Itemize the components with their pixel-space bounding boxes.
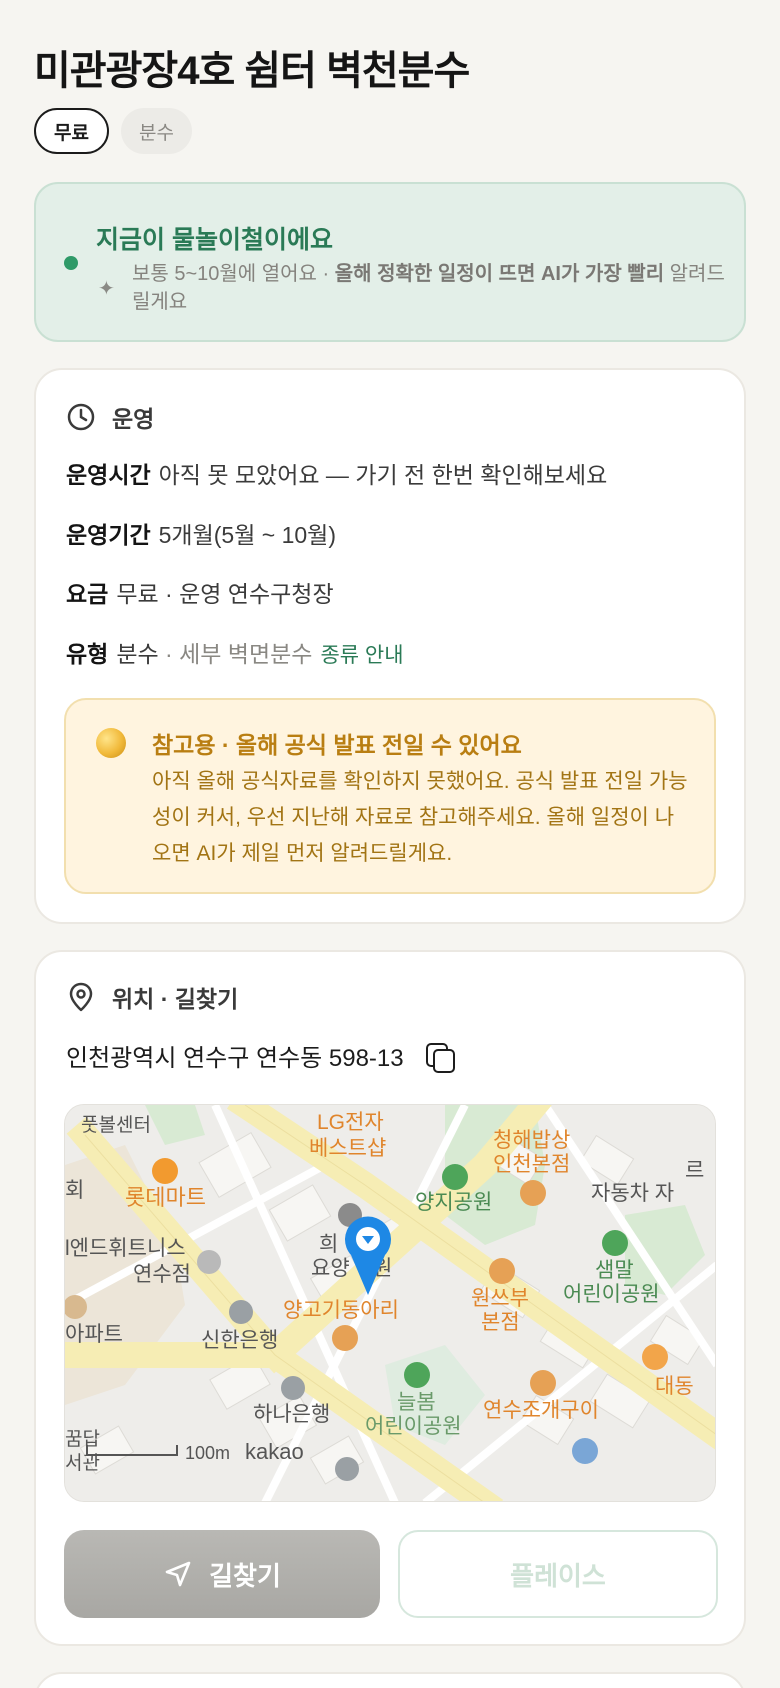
season-headline: 지금이 물놀이철이에요 [96,226,333,254]
map-label-car-1: 르 [685,1159,704,1182]
clock-icon [67,403,95,431]
map-brand: kakao [245,1439,304,1464]
notice-body: 아직 올해 공식자료를 확인하지 못했어요. 공식 발표 전일 가능성이 커서,… [152,770,688,865]
status-dot [64,256,78,270]
map-label-nursing: 요양 [311,1257,350,1280]
map-label-hope: 희 [319,1233,338,1256]
fee-key: 요금 [66,581,109,607]
type-guide-link[interactable]: 종류 안내 [320,644,403,667]
map-label-wonsbu: 원쓰부 [471,1287,529,1310]
fee-value: 무료 · 운영 연수구청장 [116,581,334,607]
map-label-hwe: 회 [65,1179,84,1202]
map-label-clam: 연수조개구이 [483,1399,599,1422]
map-label-park1: 양지공원 [415,1191,492,1214]
place-label: 플레이스 [510,1560,606,1591]
chip-free[interactable]: 무료 [34,108,109,154]
location-header: 위치 · 길찾기 [66,980,238,1014]
map-label-ent: l엔드휘트니스 [65,1237,186,1260]
sparkle-icon: ✦ [98,278,115,300]
location-label: 위치 · 길찾기 [112,986,239,1012]
chip-fountain[interactable]: 분수 [120,108,192,154]
map-label-wonsbu2: 본점 [481,1311,520,1334]
type-row: 유형 분수 · 세부 벽면분수 종류 안내 [66,635,404,669]
map-label-restaurant1b: 인천본점 [493,1153,570,1176]
type-detail: · 세부 벽면분수 [158,641,313,667]
map-label-neulbom: 늘봄 [397,1391,436,1414]
location-card: 위치 · 길찾기 인천광역시 연수구 연수동 598-13 풋볼센터 LG전자 … [34,950,746,1646]
map-label-lg2: 베스트샵 [309,1137,386,1160]
period-key: 운영기간 [66,522,151,548]
fee-row: 요금 무료 · 운영 연수구청장 [66,575,334,609]
copy-icon[interactable] [424,1041,455,1073]
map-label-saemal2: 어린이공원 [563,1283,660,1306]
operation-card: 운영 운영시간 아직 못 모았어요 — 가기 전 한번 확인해보세요 운영기간 5개… [34,368,746,924]
reference-notice: 참고용 · 올해 공식 발표 전일 수 있어요 아직 올해 공식자료를 확인하지… [64,698,716,894]
type-key: 유형 [66,641,109,667]
location-pin-icon [69,982,93,1012]
map-label-goat: 양고기동아리 [283,1299,399,1322]
navigate-arrow-icon [165,1561,191,1587]
tag-chips: 무료 분수 [34,108,192,154]
map-label-lg: LG전자 [317,1111,384,1134]
period-value: 5개월(5월 ~ 10월) [158,522,336,548]
operation-label: 운영 [112,406,155,432]
hours-value: 아직 못 모았어요 — 가기 전 한번 확인해보세요 [158,462,608,488]
map-label-futsal: 풋볼센터 [81,1114,151,1136]
next-card-edge [34,1672,746,1688]
map-label-dream: 꿈답 [65,1428,100,1450]
map-label-hana: 하나은행 [253,1403,330,1426]
coin-icon [96,728,126,758]
route-label: 길찾기 [209,1560,281,1591]
address-text: 인천광역시 연수구 연수동 598-13 [66,1045,404,1072]
map-canvas: 풋볼센터 LG전자 베스트샵 청해밥상 인천본점 르 자동차 자 회 롯데마트 … [65,1105,715,1501]
map-label-lotte: 롯데마트 [125,1185,206,1210]
map-label-daedong: 대동 [655,1375,694,1398]
season-banner: 지금이 물놀이철이에요 ✦ 보통 5~10월에 열어요 · 올해 정확한 일정이… [34,182,746,342]
hours-row: 운영시간 아직 못 모았어요 — 가기 전 한번 확인해보세요 [66,456,607,490]
operation-header: 운영 [66,400,154,434]
place-button[interactable]: 플레이스 [398,1530,718,1618]
season-description: 보통 5~10월에 열어요 · 올해 정확한 일정이 뜨면 AI가 가장 빨리 … [132,263,725,313]
page: 미관광장4호 쉼터 벽천분수 무료 분수 지금이 물놀이철이에요 ✦ 보통 5~… [0,0,780,1688]
map-label-saemal: 샘말 [595,1259,634,1282]
map-label-ent2: 연수점 [133,1263,191,1286]
map-scale-label: 100m [185,1443,230,1463]
map-label-shinhan: 신한은행 [201,1329,278,1352]
map-label-car: 자동차 자 [591,1182,674,1205]
map-label-neulbom2: 어린이공원 [365,1415,462,1438]
address-row: 인천광역시 연수구 연수동 598-13 [66,1038,455,1073]
map-label-apt: 아파트 [65,1323,123,1346]
notice-title: 참고용 · 올해 공식 발표 전일 수 있어요 [152,732,522,758]
hours-key: 운영시간 [66,462,151,488]
route-button[interactable]: 길찾기 [64,1530,380,1618]
page-title: 미관광장4호 쉼터 벽천분수 [34,49,470,93]
map-label-restaurant1: 청해밥상 [493,1129,570,1152]
map-view[interactable]: 풋볼센터 LG전자 베스트샵 청해밥상 인천본점 르 자동차 자 회 롯데마트 … [64,1104,716,1502]
period-row: 운영기간 5개월(5월 ~ 10월) [66,516,336,550]
type-value: 분수 [116,641,159,667]
